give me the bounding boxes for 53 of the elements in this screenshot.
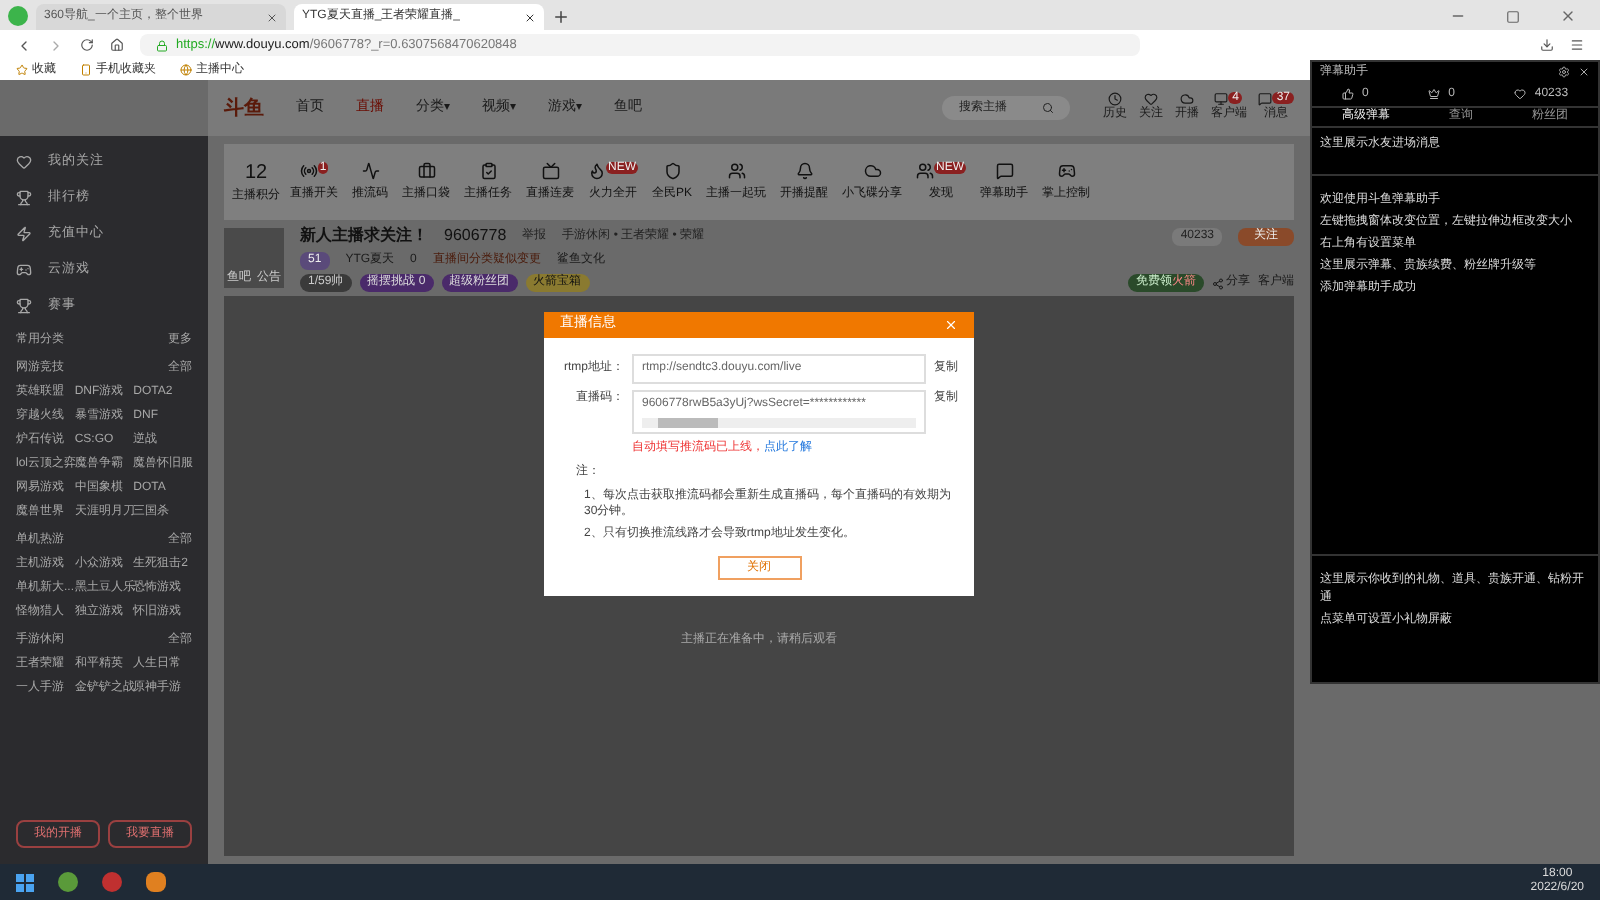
app-icon[interactable]	[102, 872, 122, 892]
heart-icon	[1514, 88, 1527, 100]
menu-icon[interactable]	[1570, 38, 1584, 52]
broadcast-icon	[299, 161, 318, 179]
forward-icon[interactable]	[48, 37, 64, 53]
crown-icon	[1428, 88, 1441, 100]
maximize-icon[interactable]	[1506, 10, 1520, 24]
cloud-icon	[863, 161, 882, 179]
gamepad-icon	[16, 261, 32, 277]
search-icon[interactable]	[1042, 102, 1055, 114]
clock-icon	[1107, 92, 1122, 106]
download-icon[interactable]	[1540, 38, 1554, 52]
settings-icon[interactable]	[1558, 66, 1570, 78]
users-icon	[727, 161, 746, 179]
chat-icon	[995, 161, 1014, 179]
lightning-icon	[16, 225, 32, 241]
back-icon[interactable]	[16, 37, 32, 53]
clipboard-icon	[479, 161, 497, 179]
waveform-icon	[361, 161, 379, 179]
browser-logo-icon	[8, 6, 28, 26]
shield-icon	[663, 161, 681, 179]
start-icon[interactable]	[16, 873, 34, 891]
globe-icon	[180, 64, 192, 76]
flame-icon	[588, 161, 606, 179]
trophy-icon	[16, 297, 32, 313]
tv-icon	[541, 161, 559, 179]
trophy-icon	[16, 189, 32, 205]
lock-icon	[156, 39, 168, 51]
chat-icon	[1258, 92, 1273, 106]
cloud-icon	[1179, 92, 1194, 106]
heart-icon	[16, 153, 32, 169]
star-icon	[16, 64, 28, 76]
bell-icon	[795, 161, 814, 179]
close-icon[interactable]	[524, 11, 536, 23]
users-icon	[916, 161, 935, 179]
scrollbar[interactable]	[642, 418, 916, 428]
points-count: 12	[244, 160, 268, 188]
phone-icon	[80, 64, 92, 76]
home-icon[interactable]	[110, 38, 124, 52]
share-icon	[1212, 277, 1224, 289]
room-title: 新人主播求关注！	[300, 224, 428, 248]
room-id: 9606778	[444, 224, 507, 248]
heart-icon	[1143, 92, 1158, 106]
close-icon[interactable]	[266, 11, 278, 23]
thumbs-up-icon	[1341, 88, 1354, 100]
monitor-icon	[1214, 92, 1229, 106]
reload-icon[interactable]	[80, 38, 94, 52]
app-icon[interactable]	[58, 872, 78, 892]
briefcase-icon	[417, 161, 435, 179]
gamepad-icon	[1057, 161, 1076, 179]
new-tab-icon[interactable]	[552, 8, 570, 26]
close-icon[interactable]	[1578, 66, 1590, 78]
app-icon[interactable]	[146, 872, 166, 892]
